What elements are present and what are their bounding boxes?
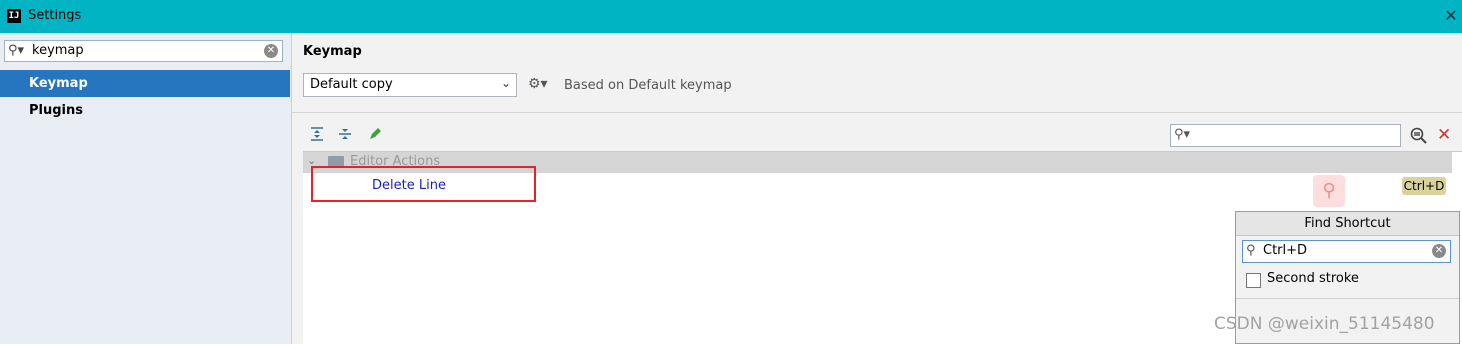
shortcut-input[interactable]: ⚲ Ctrl+D ✕ — [1242, 240, 1451, 263]
annotation-highlight-box — [311, 166, 536, 202]
shortcut-badge: Ctrl+D — [1402, 177, 1446, 195]
intellij-app-icon: IJ — [7, 9, 21, 23]
edit-icon[interactable] — [366, 127, 384, 145]
settings-search-input[interactable]: ⚲▾ keymap ✕ — [4, 40, 283, 62]
shortcut-input-value: Ctrl+D — [1263, 243, 1308, 258]
clear-filter-icon[interactable]: ✕ — [1437, 125, 1451, 145]
popup-title: Find Shortcut — [1304, 216, 1391, 231]
search-icon: ⚲ — [1313, 175, 1345, 207]
watermark: CSDN @weixin_51145480 — [1214, 314, 1435, 334]
divider — [1236, 298, 1459, 299]
sidebar-item-plugins[interactable]: Plugins — [0, 97, 290, 124]
popup-header: Find Shortcut — [1236, 212, 1459, 236]
keymap-select-value: Default copy — [310, 77, 393, 92]
find-shortcut-icon[interactable] — [1409, 126, 1429, 146]
search-value: keymap — [32, 43, 84, 58]
filter-input[interactable]: ⚲▾ — [1170, 124, 1401, 147]
search-icon: ⚲ — [1246, 243, 1256, 258]
keymap-select[interactable]: Default copy ⌄ — [303, 73, 517, 97]
based-on-text: Based on Default keymap — [564, 78, 732, 93]
title-bar: IJ Settings ✕ — [0, 0, 1462, 33]
search-icon: ⚲▾ — [8, 43, 25, 58]
page-title: Keymap — [303, 44, 362, 59]
chevron-down-icon: ⌄ — [500, 76, 511, 90]
gear-icon[interactable]: ⚙▾ — [528, 76, 548, 92]
search-icon: ⚲▾ — [1174, 127, 1191, 142]
clear-search-icon[interactable]: ✕ — [264, 44, 278, 58]
second-stroke-checkbox[interactable] — [1246, 273, 1261, 288]
sidebar-item-keymap[interactable]: Keymap — [0, 70, 290, 97]
window-title: Settings — [28, 8, 82, 23]
second-stroke-label: Second stroke — [1267, 271, 1359, 286]
settings-sidebar: ⚲▾ keymap ✕ Keymap Plugins — [0, 33, 292, 344]
clear-shortcut-icon[interactable]: ✕ — [1432, 244, 1446, 258]
close-icon[interactable]: ✕ — [1442, 5, 1460, 27]
expand-all-icon[interactable] — [308, 127, 326, 145]
collapse-all-icon[interactable] — [336, 127, 354, 145]
divider — [292, 112, 1462, 113]
